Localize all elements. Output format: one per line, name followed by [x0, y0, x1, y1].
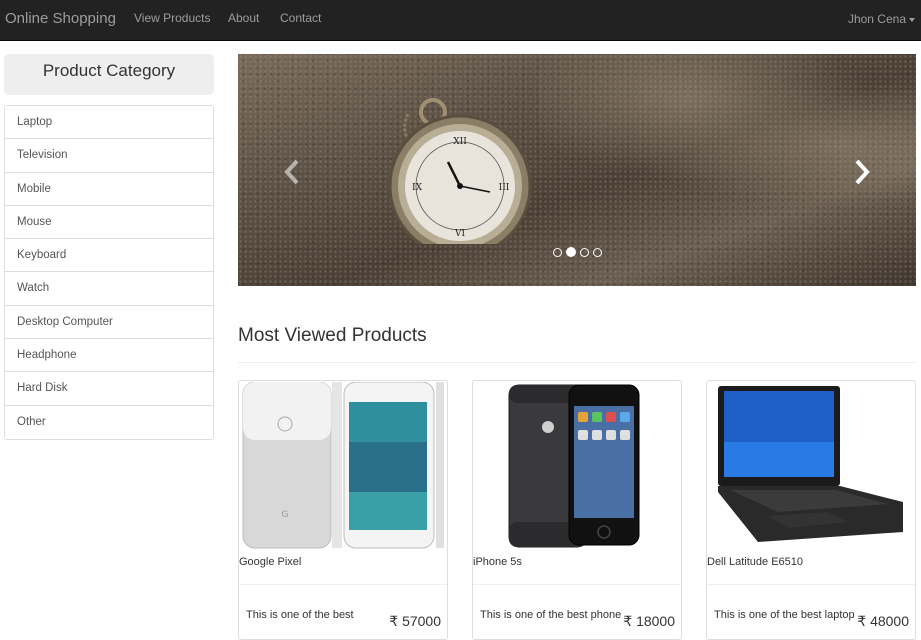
top-navbar: Online Shopping View Products About Cont… [0, 0, 921, 41]
category-item-television[interactable]: Television [5, 139, 213, 173]
product-price: ₹ 18000 [623, 613, 675, 629]
svg-text:XII: XII [453, 137, 467, 147]
product-description: This is one of the best phone [480, 609, 622, 621]
category-item-other[interactable]: Other [5, 405, 213, 439]
pocket-watch-image: XII III VI IX [388, 98, 532, 244]
product-name[interactable]: Google Pixel [239, 556, 301, 568]
category-item-keyboard[interactable]: Keyboard [5, 239, 213, 273]
nav-view-products[interactable]: View Products [134, 11, 210, 25]
product-card-dell-latitude[interactable]: Dell Latitude E6510 This is one of the b… [706, 380, 916, 640]
card-divider [707, 584, 915, 585]
category-header: Product Category [4, 54, 214, 95]
category-item-headphone[interactable]: Headphone [5, 339, 213, 373]
nav-contact[interactable]: Contact [280, 11, 321, 25]
category-list: Laptop Television Mobile Mouse Keyboard … [4, 105, 214, 440]
google-pixel-image: G [242, 382, 444, 549]
section-title: Most Viewed Products [238, 325, 427, 346]
product-description: This is one of the best [246, 609, 354, 621]
carousel-indicator-1[interactable] [553, 247, 562, 257]
category-item-watch[interactable]: Watch [5, 272, 213, 306]
dell-latitude-image [718, 386, 903, 542]
card-divider [473, 584, 681, 585]
brand-link[interactable]: Online Shopping [5, 10, 116, 27]
svg-text:IX: IX [412, 183, 423, 193]
user-name: Jhon Cena [847, 12, 906, 26]
user-dropdown[interactable]: Jhon Cena [848, 12, 915, 26]
svg-text:VI: VI [454, 229, 465, 239]
section-divider [238, 362, 916, 363]
product-name[interactable]: Dell Latitude E6510 [707, 556, 803, 568]
category-item-hard-disk[interactable]: Hard Disk [5, 372, 213, 406]
caret-down-icon [909, 17, 915, 22]
carousel-indicator-2[interactable] [566, 247, 576, 257]
card-divider [239, 584, 447, 585]
category-item-laptop[interactable]: Laptop [5, 106, 213, 140]
carousel-next-arrow[interactable] [850, 157, 874, 187]
product-price: ₹ 48000 [857, 613, 909, 629]
image-carousel: XII III VI IX [238, 54, 916, 286]
product-card-google-pixel[interactable]: G Google Pixel This is one of the best ₹… [238, 380, 448, 640]
nav-about[interactable]: About [228, 11, 259, 25]
carousel-indicator-4[interactable] [593, 247, 602, 257]
category-item-desktop-computer[interactable]: Desktop Computer [5, 305, 213, 340]
carousel-indicator-3[interactable] [580, 247, 589, 257]
svg-text:G: G [282, 510, 289, 520]
product-card-iphone-5s[interactable]: iPhone 5s This is one of the best phone … [472, 380, 682, 640]
carousel-indicators [553, 247, 602, 257]
iphone-5s-image [508, 384, 640, 548]
svg-text:III: III [499, 183, 510, 193]
carousel-prev-arrow[interactable] [280, 157, 304, 187]
category-item-mouse[interactable]: Mouse [5, 205, 213, 240]
product-description: This is one of the best laptop [714, 609, 855, 621]
product-price: ₹ 57000 [389, 613, 441, 629]
category-item-mobile[interactable]: Mobile [5, 172, 213, 206]
product-name[interactable]: iPhone 5s [473, 556, 522, 568]
